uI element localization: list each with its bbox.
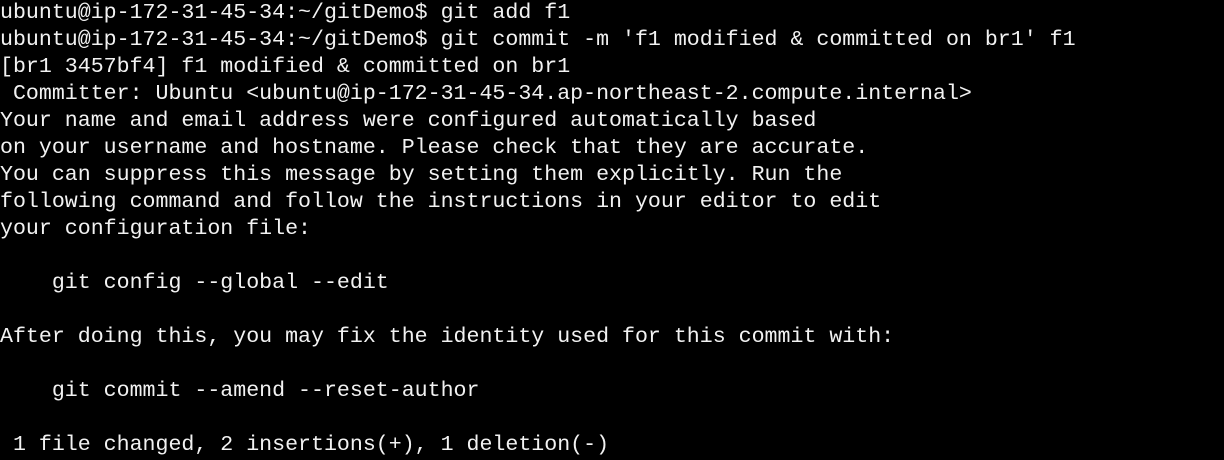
commit-summary-line: [br1 3457bf4] f1 modified & committed on… — [0, 55, 571, 79]
output-line: your configuration file: — [0, 217, 312, 241]
committer-line: Committer: Ubuntu <ubuntu@ip-172-31-45-3… — [0, 82, 972, 106]
output-line: following command and follow the instruc… — [0, 190, 882, 214]
output-line: After doing this, you may fix the identi… — [0, 325, 895, 349]
suggested-command-config: git config --global --edit — [0, 271, 389, 295]
output-line: Your name and email address were configu… — [0, 109, 817, 133]
terminal-window[interactable]: ubuntu@ip-172-31-45-34:~/gitDemo$ git ad… — [0, 0, 1224, 460]
prompt-line-git-commit: ubuntu@ip-172-31-45-34:~/gitDemo$ git co… — [0, 28, 1076, 52]
commit-stats-line: 1 file changed, 2 insertions(+), 1 delet… — [0, 433, 610, 457]
output-line: on your username and hostname. Please ch… — [0, 136, 869, 160]
prompt-line-git-add: ubuntu@ip-172-31-45-34:~/gitDemo$ git ad… — [0, 1, 571, 25]
suggested-command-amend: git commit --amend --reset-author — [0, 379, 480, 403]
output-line: You can suppress this message by setting… — [0, 163, 843, 187]
